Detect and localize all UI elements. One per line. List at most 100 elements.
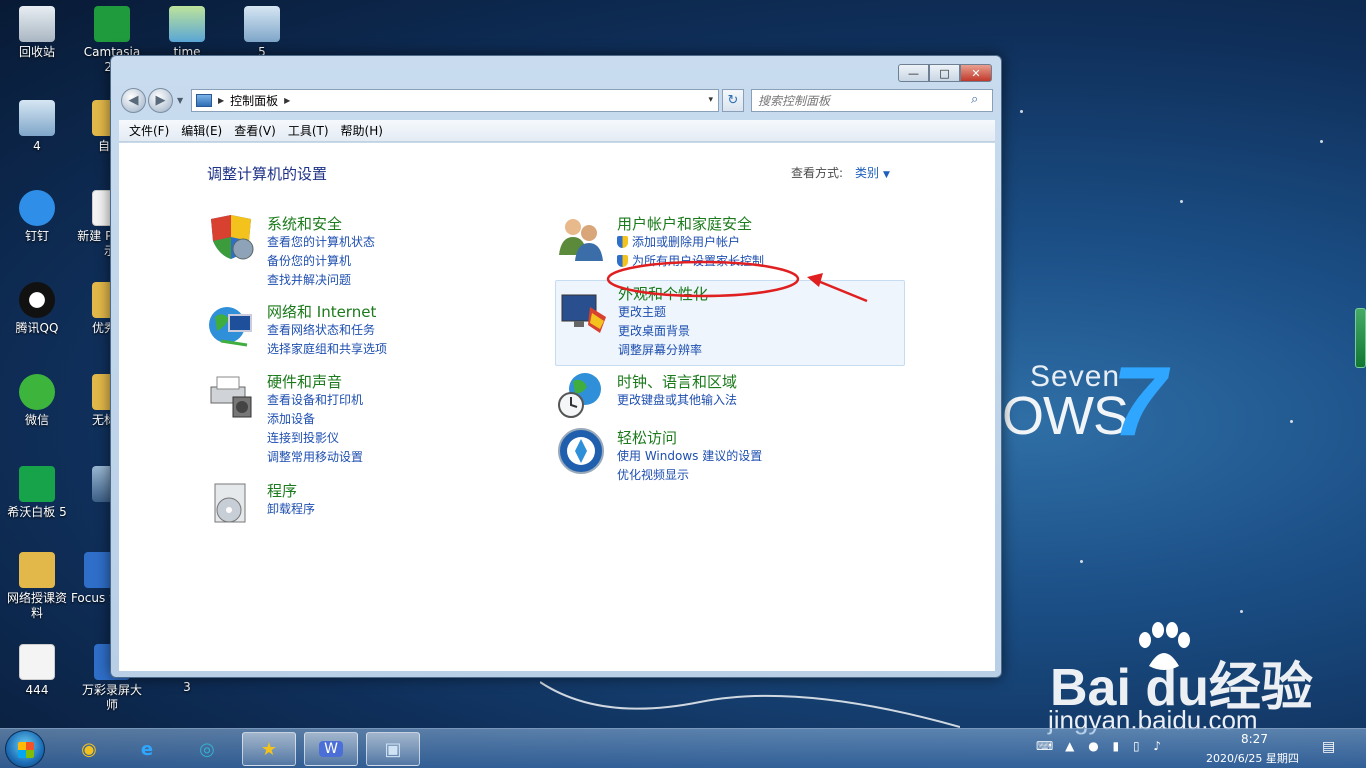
annotation-highlight-ellipse	[606, 260, 800, 298]
desktop-icon-5[interactable]: 5	[227, 6, 297, 60]
desktop-icon-dingtalk[interactable]: 钉钉	[2, 190, 72, 244]
window-controls: — □ ✕	[898, 64, 992, 82]
recent-pages-dropdown[interactable]: ▼	[177, 96, 183, 105]
link-mobility-settings[interactable]: 调整常用移动设置	[267, 448, 363, 465]
menu-bar: 文件(F) 编辑(E) 查看(V) 工具(T) 帮助(H)	[119, 120, 995, 142]
taskbar-vnc[interactable]: ◎	[180, 732, 234, 766]
link-add-device[interactable]: 添加设备	[267, 410, 315, 427]
star	[1290, 420, 1293, 423]
breadcrumb-control-panel[interactable]: 控制面板	[230, 92, 278, 109]
menu-help[interactable]: 帮助(H)	[335, 122, 389, 139]
link-network-status[interactable]: 查看网络状态和任务	[267, 321, 375, 338]
category-title[interactable]: 程序	[267, 480, 297, 501]
star	[1020, 110, 1023, 113]
desktop-icon-wechat[interactable]: 微信	[2, 374, 72, 428]
link-uninstall-program[interactable]: 卸载程序	[267, 500, 315, 517]
breadcrumb-separator-icon[interactable]: ▶	[284, 96, 290, 105]
navigation-bar: ◀ ▶ ▼ ▶ 控制面板 ▶ ▾ ↻ ⌕	[119, 86, 995, 114]
seewo-board-icon	[19, 466, 55, 502]
close-button[interactable]: ✕	[960, 64, 992, 82]
link-devices-printers[interactable]: 查看设备和打印机	[267, 391, 363, 408]
view-by-label: 查看方式:	[791, 166, 844, 180]
page-title: 调整计算机的设置	[207, 165, 328, 183]
category-title[interactable]: 用户帐户和家庭安全	[617, 213, 752, 234]
signal-icon[interactable]: ▮	[1113, 739, 1120, 753]
category-title[interactable]: 时钟、语言和区域	[617, 371, 737, 392]
desktop-icon-course-materials[interactable]: 网络授课资料	[2, 552, 72, 621]
back-button[interactable]: ◀	[121, 88, 146, 113]
category-title[interactable]: 轻松访问	[617, 427, 677, 448]
link-change-theme[interactable]: 更改主题	[618, 303, 666, 320]
view-by-dropdown[interactable]: 类别 ▼	[855, 164, 890, 181]
link-homegroup-sharing[interactable]: 选择家庭组和共享选项	[267, 340, 387, 357]
taskbar-internet-explorer[interactable]: e	[120, 732, 174, 766]
wallpaper-ows-text: OWS	[1002, 386, 1129, 446]
star	[1180, 200, 1183, 203]
menu-view[interactable]: 查看(V)	[228, 122, 282, 139]
clock-time[interactable]: 8:27	[1241, 732, 1268, 746]
refresh-button[interactable]: ↻	[722, 89, 744, 112]
taskbar: ◉ e ◎ ★ W ▣ ⌨ ▲ ● ▮ ▯ ♪ 8:27 2020/6/25 星…	[0, 728, 1366, 768]
desktop-icon-seewo[interactable]: 希沃白板 5	[2, 466, 72, 520]
taskbar-star-app[interactable]: ★	[242, 732, 296, 766]
desktop-icon-4[interactable]: 4	[2, 100, 72, 154]
system-tray[interactable]: ⌨ ▲ ● ▮ ▯ ♪	[1036, 739, 1161, 753]
desktop-icon-444[interactable]: 444	[2, 644, 72, 698]
desktop-icon-3[interactable]: 3	[152, 680, 222, 695]
notification-icon[interactable]: ▤	[1322, 739, 1342, 759]
dingtalk-icon	[19, 190, 55, 226]
category-title[interactable]: 网络和 Internet	[267, 301, 376, 322]
search-icon[interactable]: ⌕	[971, 92, 978, 107]
menu-file[interactable]: 文件(F)	[123, 122, 175, 139]
desktop-icon-recycle-bin[interactable]: 回收站	[2, 6, 72, 60]
tray-expand-icon[interactable]: ▲	[1065, 739, 1074, 753]
taskbar-wps[interactable]: W	[304, 732, 358, 766]
programs-icon	[214, 483, 246, 523]
clock-globe-icon	[558, 373, 601, 418]
link-optimize-video-display[interactable]: 优化视频显示	[617, 466, 689, 483]
network-icon	[209, 307, 252, 347]
link-view-computer-status[interactable]: 查看您的计算机状态	[267, 233, 375, 250]
link-keyboard-input[interactable]: 更改键盘或其他输入法	[617, 391, 737, 408]
category-title[interactable]: 硬件和声音	[267, 371, 342, 392]
star	[1240, 610, 1243, 613]
vnc-icon: ◎	[199, 738, 215, 760]
content-area: 调整计算机的设置 查看方式: 类别 ▼ 系统和安全 查看您的计算机状态 备份您的计…	[119, 143, 995, 671]
menu-tools[interactable]: 工具(T)	[282, 122, 335, 139]
taskbar-360-browser[interactable]: ◉	[62, 732, 116, 766]
image-file-icon	[169, 6, 205, 42]
forward-button[interactable]: ▶	[148, 88, 173, 113]
star	[1080, 560, 1083, 563]
search-input[interactable]	[751, 89, 993, 112]
clock-date[interactable]: 2020/6/25 星期四	[1206, 750, 1299, 766]
volume-icon[interactable]: ♪	[1153, 739, 1161, 753]
gadget-handle[interactable]	[1355, 308, 1366, 368]
link-add-remove-accounts[interactable]: 添加或删除用户帐户	[617, 233, 740, 250]
camtasia-icon	[94, 6, 130, 42]
link-troubleshoot[interactable]: 查找并解决问题	[267, 271, 351, 288]
link-screen-resolution[interactable]: 调整屏幕分辨率	[618, 341, 702, 358]
control-panel-window[interactable]: — □ ✕ ◀ ▶ ▼ ▶ 控制面板 ▶ ▾ ↻ ⌕ 文件(F) 编辑(E) 查…	[110, 55, 1002, 678]
qq-tray-icon[interactable]: ●	[1088, 739, 1098, 753]
qq-penguin-icon	[19, 282, 55, 318]
maximize-button[interactable]: □	[929, 64, 960, 82]
keyboard-icon[interactable]: ⌨	[1036, 739, 1053, 753]
category-title[interactable]: 系统和安全	[267, 213, 342, 234]
desktop-icon-qq[interactable]: 腾讯QQ	[2, 282, 72, 336]
minimize-button[interactable]: —	[898, 64, 929, 82]
address-bar[interactable]: ▶ 控制面板 ▶ ▾	[191, 89, 719, 112]
battery-icon[interactable]: ▯	[1133, 739, 1140, 753]
desktop-icon-time[interactable]: time	[152, 6, 222, 60]
menu-edit[interactable]: 编辑(E)	[175, 122, 228, 139]
printer-icon	[210, 376, 252, 418]
link-connect-projector[interactable]: 连接到投影仪	[267, 429, 339, 446]
taskbar-control-panel[interactable]: ▣	[366, 732, 420, 766]
address-dropdown-icon[interactable]: ▾	[708, 95, 713, 105]
start-button[interactable]	[5, 730, 45, 768]
link-windows-recommended-settings[interactable]: 使用 Windows 建议的设置	[617, 447, 762, 464]
annotation-arrow-icon	[807, 273, 868, 303]
breadcrumb-separator-icon[interactable]: ▶	[218, 96, 224, 105]
link-backup-computer[interactable]: 备份您的计算机	[267, 252, 351, 269]
link-change-background[interactable]: 更改桌面背景	[618, 322, 690, 339]
arrow-left-icon: ◀	[128, 93, 139, 108]
